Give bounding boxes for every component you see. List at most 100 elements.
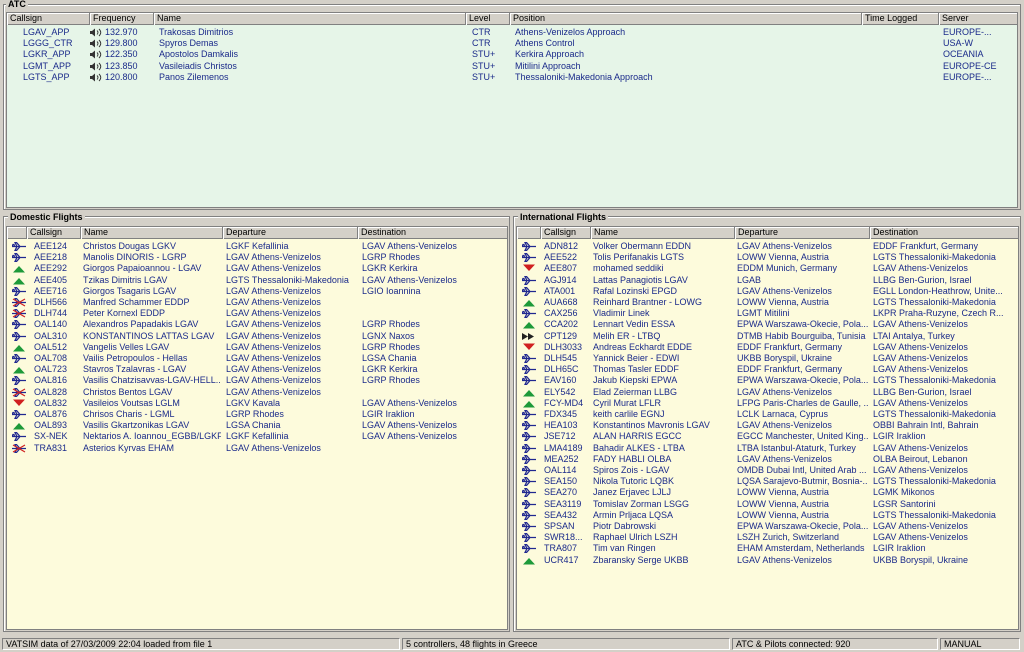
domestic-row[interactable]: AEE124 Christos Dougas LGKV LGKF Kefallini…: [7, 241, 507, 252]
international-row[interactable]: CCA202 Lennart Vedin ESSA EPWA Warszawa-Ok…: [517, 319, 1018, 330]
international-row[interactable]: OAL114 Spiros Zois - LGAV OMDB Dubai Intl,…: [517, 465, 1018, 476]
airplane-icon: [11, 376, 26, 386]
international-row[interactable]: AGJ914 Lattas Panagiotis LGAV LGAB LLBG Ben…: [517, 275, 1018, 286]
atc-cell-server: USA-W: [943, 38, 973, 49]
international-cell-departure: LFPG Paris-Charles de Gaulle, ...: [737, 397, 868, 408]
domestic-cell-destination: LGSA Chania: [362, 353, 417, 363]
international-row[interactable]: DLH545 Yannick Beier - EDWI UKBB Boryspil,…: [517, 353, 1018, 364]
status-data-info: VATSIM data of 27/03/2009 22:04 loaded f…: [2, 638, 400, 650]
international-panel-title: International Flights: [518, 212, 609, 222]
domestic-col-departure[interactable]: Departure: [223, 227, 358, 239]
domestic-row[interactable]: OAL893 Vasilis Gkartzonikas LGAV LGSA Chan…: [7, 420, 507, 431]
atc-cell-name: Vasileiadis Christos: [159, 60, 237, 71]
international-row[interactable]: SPSAN Piotr Dabrowski EPWA Warszawa-Okecie…: [517, 521, 1018, 532]
domestic-flights-table[interactable]: Callsign Name Departure Destination AEE124 C…: [6, 226, 508, 630]
domestic-row[interactable]: AEE405 Tzikas Dimitris LGAV LGTS Thessalon…: [7, 275, 507, 286]
international-flights-table[interactable]: Callsign Name Departure Destination ADN812 V…: [516, 226, 1019, 630]
international-cell-name: Armin Prljaca LQSA: [593, 509, 674, 520]
international-row[interactable]: HEA103 Konstantinos Mavronis LGAV LGAV Ath…: [517, 420, 1018, 431]
international-cell-callsign: DLH65C: [544, 364, 579, 375]
atc-col-time-logged[interactable]: Time Logged: [862, 13, 939, 25]
international-row[interactable]: ELY542 Elad Zeierman LLBG LGAV Athens-Veni…: [517, 387, 1018, 398]
atc-cell-name: Spyros Demas: [159, 38, 219, 49]
international-row[interactable]: SEA270 Janez Erjavec LJLJ LOWW Vienna, Aus…: [517, 487, 1018, 498]
status-connected: ATC & Pilots connected: 920: [732, 638, 938, 650]
domestic-row[interactable]: OAL832 Vasileios Voutsas LGLM LGKV Kavala L…: [7, 398, 507, 409]
international-row[interactable]: FCY-MD4 Cyril Murat LFLR LFPG Paris-Charle…: [517, 398, 1018, 409]
international-cell-callsign: SPSAN: [544, 521, 575, 531]
atc-row[interactable]: LGMT_APP 123.850 Vasileiadis Christos STU+ M…: [7, 61, 1017, 72]
atc-col-server[interactable]: Server: [939, 13, 1017, 25]
international-col-destination[interactable]: Destination: [870, 227, 1018, 239]
international-cell-callsign: JSE712: [544, 431, 576, 442]
atc-row[interactable]: LGTS_APP 120.800 Panos Zilemenos STU+ Thessa…: [7, 72, 1017, 83]
international-row[interactable]: JSE712 ALAN HARRIS EGCC EGCC Manchester, U…: [517, 431, 1018, 442]
domestic-row[interactable]: OAL816 Vasilis Chatzisavvas-LGAV-HELL... L…: [7, 375, 507, 386]
international-row[interactable]: AUA668 Reinhard Brantner - LOWG LOWW Vienn…: [517, 297, 1018, 308]
atc-col-frequency[interactable]: Frequency: [90, 13, 154, 25]
international-row[interactable]: DLH65C Thomas Tasler EDDF EDDF Frankfurt, …: [517, 364, 1018, 375]
international-row[interactable]: SWR18... Raphael Ulrich LSZH LSZH Zurich, …: [517, 532, 1018, 543]
international-cell-destination: LGAV Athens-Venizelos: [873, 397, 968, 408]
domestic-cell-callsign: AEE292: [34, 263, 68, 274]
international-row[interactable]: AEE807 mohamed seddiki EDDM Munich, German…: [517, 263, 1018, 274]
domestic-col-name[interactable]: Name: [81, 227, 223, 239]
domestic-row[interactable]: TRA831 Asterios Kyrvas EHAM LGAV Athens-Ve…: [7, 443, 507, 454]
international-row[interactable]: FDX345 keith carlile EGNJ LCLK Larnaca, Cy…: [517, 409, 1018, 420]
domestic-row[interactable]: OAL828 Christos Bentos LGAV LGAV Athens-Ve…: [7, 387, 507, 398]
international-row[interactable]: MEA252 FADY HABLI OLBA LGAV Athens-Venizel…: [517, 454, 1018, 465]
speaker-icon: [89, 39, 103, 48]
international-row[interactable]: TRA807 Tim van Ringen EHAM Amsterdam, Neth…: [517, 543, 1018, 554]
international-row[interactable]: AEE522 Tolis Perifanakis LGTS LOWW Vienna,…: [517, 252, 1018, 263]
atc-col-name[interactable]: Name: [154, 13, 466, 25]
domestic-row[interactable]: OAL512 Vangelis Velles LGAV LGAV Athens-Ve…: [7, 342, 507, 353]
international-col-departure[interactable]: Departure: [735, 227, 870, 239]
international-cell-departure: LGAV Athens-Venizelos: [737, 386, 832, 397]
atc-table[interactable]: Callsign Frequency Name Level Position Time L…: [6, 12, 1018, 208]
airplane-icon: [521, 488, 536, 498]
international-row[interactable]: CPT129 Melih ER - LTBQ DTMB Habib Bourguib…: [517, 331, 1018, 342]
climbing-arrow-icon: [12, 365, 26, 374]
international-row[interactable]: SEA432 Armin Prljaca LQSA LOWW Vienna, Aus…: [517, 510, 1018, 521]
domestic-row[interactable]: OAL708 Vailis Petropoulos - Hellas LGAV At…: [7, 353, 507, 364]
international-col-icon[interactable]: [517, 227, 541, 239]
international-cell-destination: LGTS Thessaloniki-Makedonia: [873, 297, 996, 307]
domestic-cell-callsign: AEE405: [34, 274, 68, 285]
international-row[interactable]: UCR417 Zbaransky Serge UKBB LGAV Athens-Ve…: [517, 555, 1018, 566]
atc-row[interactable]: LGAV_APP 132.970 Trakosas Dimitrios CTR Athe…: [7, 27, 1017, 38]
domestic-col-icon[interactable]: [7, 227, 27, 239]
domestic-row[interactable]: DLH744 Peter Kornexl EDDP LGAV Athens-Veni…: [7, 308, 507, 319]
international-cell-departure: LOWW Vienna, Austria: [737, 252, 829, 263]
domestic-row[interactable]: SX-NEK Nektarios A. Ioannou_EGBB/LGKF LGKF…: [7, 431, 507, 442]
airplane-icon: [521, 275, 536, 285]
international-col-callsign[interactable]: Callsign: [541, 227, 591, 239]
international-row[interactable]: SEA3119 Tomislav Zorman LSGG LOWW Vienna, …: [517, 499, 1018, 510]
domestic-col-destination[interactable]: Destination: [358, 227, 507, 239]
international-row[interactable]: EAV160 Jakub Kiepski EPWA EPWA Warszawa-Ok…: [517, 375, 1018, 386]
domestic-row[interactable]: OAL310 KONSTANTINOS LATTAS LGAV LGAV Athen…: [7, 331, 507, 342]
atc-col-position[interactable]: Position: [510, 13, 862, 25]
international-row[interactable]: ATA001 Rafal Lozinski EPGD LGAV Athens-Ven…: [517, 286, 1018, 297]
international-row[interactable]: SEA150 Nikola Tutoric LQBK LQSA Sarajevo-B…: [517, 476, 1018, 487]
international-row[interactable]: CAX256 Vladimir Linek LGMT Mitilini LKPR Pr…: [517, 308, 1018, 319]
domestic-row[interactable]: AEE716 Giorgos Tsagaris LGAV LGAV Athens-V…: [7, 286, 507, 297]
atc-col-callsign[interactable]: Callsign: [7, 13, 90, 25]
international-cell-name: Melih ER - LTBQ: [593, 330, 661, 341]
domestic-col-callsign[interactable]: Callsign: [27, 227, 81, 239]
domestic-row[interactable]: OAL140 Alexandros Papadakis LGAV LGAV Athe…: [7, 319, 507, 330]
international-row[interactable]: ADN812 Volker Obermann EDDN LGAV Athens-Ve…: [517, 241, 1018, 252]
atc-row[interactable]: LGGG_CTR 129.800 Spyros Demas CTR Athens Con…: [7, 38, 1017, 49]
international-cell-callsign: AGJ914: [544, 274, 577, 285]
atc-row[interactable]: LGKR_APP 122.350 Apostolos Damkalis STU+ Ker…: [7, 49, 1017, 60]
international-row[interactable]: DLH3033 Andreas Eckhardt EDDE EDDF Frankfu…: [517, 342, 1018, 353]
international-col-name[interactable]: Name: [591, 227, 735, 239]
domestic-row[interactable]: DLH566 Manfred Schammer EDDP LGAV Athens-V…: [7, 297, 507, 308]
atc-col-level[interactable]: Level: [466, 13, 510, 25]
domestic-row[interactable]: AEE218 Manolis DINORIS - LGRP LGAV Athens-…: [7, 252, 507, 263]
domestic-cell-destination: LGAV Athens-Venizelos: [362, 241, 457, 251]
airplane-icon: [11, 286, 26, 296]
domestic-row[interactable]: OAL723 Stavros Tzalavras - LGAV LGAV Athen…: [7, 364, 507, 375]
domestic-row[interactable]: OAL876 Chrisos Charis - LGML LGRP Rhodes LG…: [7, 409, 507, 420]
international-row[interactable]: LMA4189 Bahadir ALKES - LTBA LTBA Istanbul…: [517, 443, 1018, 454]
domestic-row[interactable]: AEE292 Giorgos Papaioannou - LGAV LGAV Ath…: [7, 263, 507, 274]
